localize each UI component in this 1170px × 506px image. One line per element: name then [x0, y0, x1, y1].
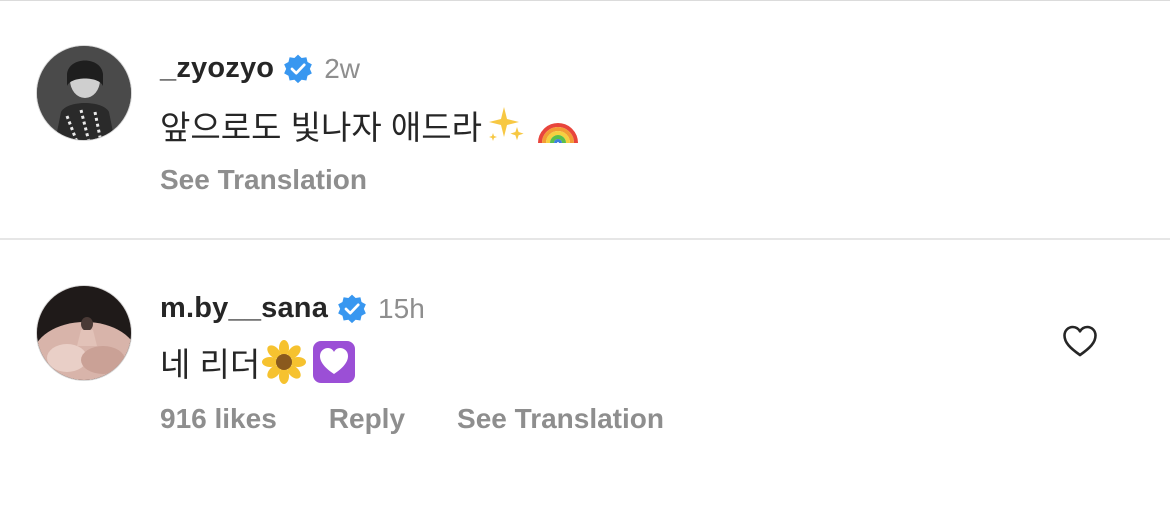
comment-time: 2w	[324, 52, 361, 84]
avatar-photo	[37, 286, 131, 380]
like-heart-icon[interactable]	[1062, 324, 1098, 358]
sparkles-emoji	[488, 107, 524, 141]
comment-item: m.by__sana 15h 네 리더 916 likes Reply See …	[0, 240, 1170, 506]
avatar-photo	[37, 46, 131, 140]
username[interactable]: m.by__sana	[160, 292, 328, 325]
rainbow-emoji	[537, 123, 578, 144]
purple-heart-emoji	[313, 341, 356, 383]
reply-button[interactable]: Reply	[329, 403, 405, 435]
avatar[interactable]	[36, 45, 132, 141]
see-translation-link[interactable]: See Translation	[457, 403, 664, 435]
comment-text: 앞으로도 빛나자 애드라	[160, 109, 482, 146]
comment-text: 네 리더	[160, 346, 261, 383]
verified-badge-icon	[338, 294, 366, 323]
avatar[interactable]	[36, 285, 132, 381]
comment-time: 15h	[378, 292, 425, 324]
likes-count[interactable]: 916 likes	[160, 403, 277, 435]
see-translation-link[interactable]: See Translation	[160, 164, 367, 196]
verified-badge-icon	[284, 54, 313, 83]
username[interactable]: _zyozyo	[160, 52, 274, 85]
sunflower-emoji	[262, 340, 307, 384]
comment-item: _zyozyo 2w 앞으로도 빛나자 애드라 See Translation	[0, 0, 1170, 238]
